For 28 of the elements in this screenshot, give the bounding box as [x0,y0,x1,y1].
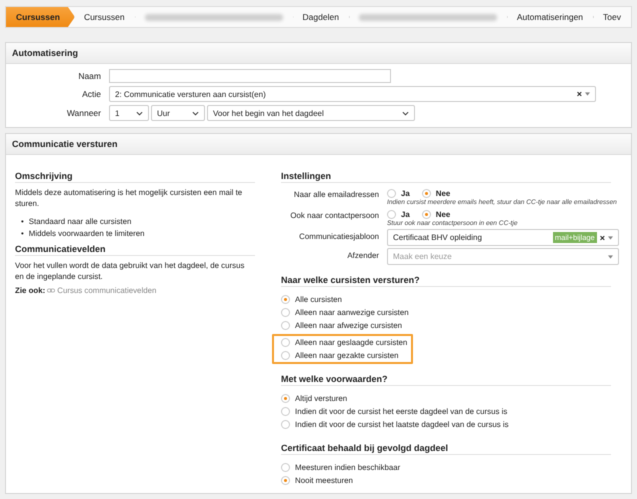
chevron-icon [136,110,143,116]
field-label: Naam [77,71,101,81]
moment-select[interactable]: Voor het begin van het dagdeel [207,105,415,121]
name-field[interactable] [109,69,391,83]
field-label: Actie [81,89,101,99]
caret-icon [608,236,613,240]
section-heading: Communicatievelden [15,244,255,256]
caret-icon [585,92,590,96]
chevron-icon [402,110,409,116]
chevron-icon [192,110,199,116]
caret-icon [608,254,613,258]
field-label: Wanneer [66,108,101,118]
section-heading: Certificaat behaald bij gevolgd dagdeel [281,443,611,455]
section-heading: Instellingen [281,171,611,183]
action-select[interactable]: 2: Communicatie versturen aan cursist(en) × [109,86,596,102]
breadcrumb-item[interactable]: Cursussen [74,7,136,27]
section-heading: Naar welke cursisten versturen? [281,275,611,287]
breadcrumb-item[interactable]: Toev [593,7,631,27]
breadcrumb-item[interactable]: Automatiseringen [506,7,594,27]
panel-title: Automatisering [12,48,78,58]
unit-select[interactable]: Uur [151,105,205,121]
amount-select[interactable]: 1 [109,105,149,121]
section-heading: Met welke voorwaarden? [281,374,611,386]
breadcrumb-item[interactable]: Dagdelen [292,7,350,27]
section-heading: Omschrijving [15,171,255,183]
panel-title: Communicatie versturen [12,139,118,149]
link-icon [47,288,56,293]
breadcrumb-item[interactable]: Cursussen [6,7,75,27]
